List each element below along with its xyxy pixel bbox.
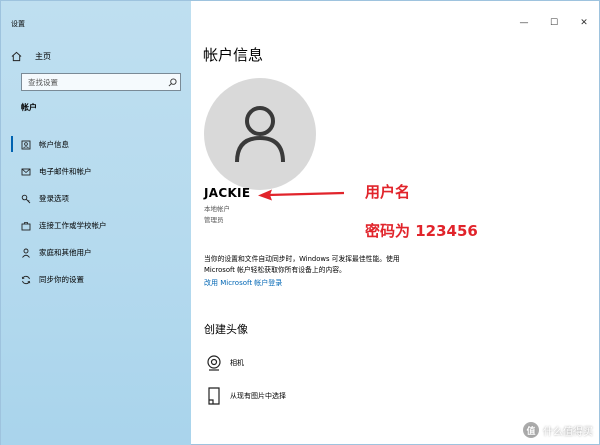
sidebar-item-account-info[interactable]: 帐户信息 <box>11 131 191 158</box>
camera-icon <box>204 353 224 373</box>
create-avatar-title: 创建头像 <box>204 323 248 336</box>
watermark-text: 什么值得买 <box>543 426 593 438</box>
window-title: 设置 <box>11 20 25 28</box>
home-icon <box>11 47 27 66</box>
sidebar-item-label: 连接工作或学校帐户 <box>39 221 107 230</box>
search-icon[interactable] <box>164 77 180 87</box>
sync-icon <box>21 275 31 285</box>
sidebar-item-label: 帐户信息 <box>39 140 69 149</box>
title-bar-buttons: — ☐ ✕ <box>509 13 599 33</box>
sidebar-item-work-school[interactable]: 连接工作或学校帐户 <box>11 212 191 239</box>
minimize-button[interactable]: — <box>509 13 539 33</box>
page-title: 帐户信息 <box>203 46 264 64</box>
person-icon <box>21 248 31 258</box>
email-icon <box>21 167 31 177</box>
sidebar-item-sign-in[interactable]: 登录选项 <box>11 185 191 212</box>
sidebar-item-sync[interactable]: 同步你的设置 <box>11 266 191 293</box>
annotation-username: 用户名 <box>365 183 411 201</box>
key-icon <box>21 194 31 204</box>
settings-window: 设置 主页 查找设置 帐户 帐户信息 电子邮件和帐户 登录选项 连接工作或学校帐… <box>0 0 600 445</box>
search-placeholder: 查找设置 <box>28 77 58 87</box>
camera-option[interactable]: 相机 <box>204 353 244 373</box>
watermark: 值 什么值得买 <box>523 422 593 438</box>
section-title: 帐户 <box>21 103 37 112</box>
avatar <box>204 78 316 190</box>
maximize-button[interactable]: ☐ <box>539 13 569 33</box>
camera-option-label: 相机 <box>230 359 244 367</box>
briefcase-icon <box>21 221 31 231</box>
sidebar-item-label: 家庭和其他用户 <box>39 248 92 257</box>
microsoft-account-link[interactable]: 改用 Microsoft 帐户登录 <box>204 278 282 288</box>
user-silhouette-icon <box>235 106 285 163</box>
sync-description: 当你的设置和文件自动同步时，Windows 可发挥最佳性能。使用 Microso… <box>204 254 444 276</box>
username: JACKIE <box>204 186 251 200</box>
description-line-1: 当你的设置和文件自动同步时，Windows 可发挥最佳性能。使用 <box>204 255 400 263</box>
sidebar: 设置 主页 查找设置 帐户 帐户信息 电子邮件和帐户 登录选项 连接工作或学校帐… <box>1 1 191 445</box>
sidebar-item-family[interactable]: 家庭和其他用户 <box>11 239 191 266</box>
sidebar-item-label: 登录选项 <box>39 194 69 203</box>
account-type: 本地帐户 <box>204 205 230 213</box>
close-button[interactable]: ✕ <box>569 13 599 33</box>
account-info-icon <box>21 140 31 150</box>
description-line-2: Microsoft 帐户轻松获取你所有设备上的内容。 <box>204 266 346 274</box>
browse-image-option-label: 从现有图片中选择 <box>230 392 286 400</box>
search-input[interactable]: 查找设置 <box>21 73 181 91</box>
account-role: 管理员 <box>204 216 224 224</box>
nav-home-label: 主页 <box>35 51 51 61</box>
sidebar-item-label: 同步你的设置 <box>39 275 84 284</box>
annotation-arrow-icon <box>258 189 345 201</box>
watermark-badge: 值 <box>523 422 539 438</box>
nav-home[interactable]: 主页 <box>11 47 181 65</box>
nav-list: 帐户信息 电子邮件和帐户 登录选项 连接工作或学校帐户 家庭和其他用户 同步你的… <box>11 131 191 293</box>
browse-image-option[interactable]: 从现有图片中选择 <box>204 386 286 406</box>
browse-image-icon <box>204 386 224 406</box>
sidebar-item-email[interactable]: 电子邮件和帐户 <box>11 158 191 185</box>
sidebar-item-label: 电子邮件和帐户 <box>39 167 92 176</box>
annotation-password: 密码为 123456 <box>365 222 478 240</box>
